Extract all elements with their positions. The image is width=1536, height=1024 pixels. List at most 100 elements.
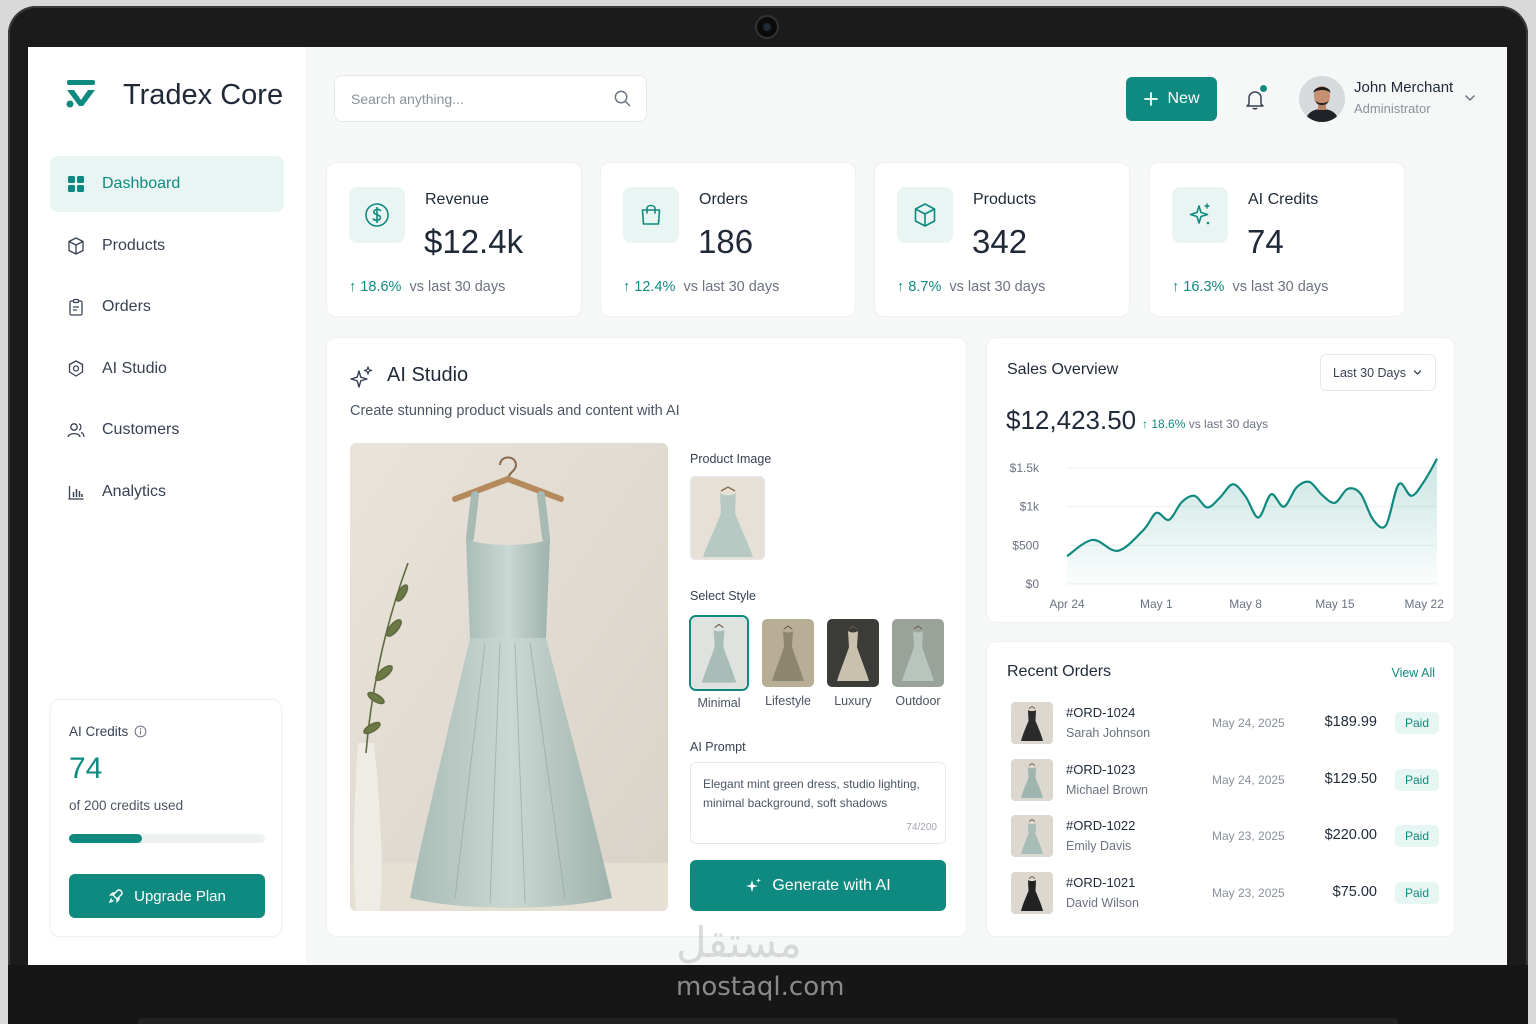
- product-image-thumbnail[interactable]: [690, 476, 765, 560]
- order-date: May 24, 2025: [1212, 716, 1285, 730]
- arrow-up-icon: ↑: [623, 279, 635, 295]
- x-tick-label: May 1: [1140, 597, 1173, 611]
- bar-chart-icon: [68, 485, 84, 500]
- new-button[interactable]: New: [1126, 77, 1217, 121]
- table-row[interactable]: #ORD-1023 Michael Brown May 24, 2025 $129.5…: [1011, 758, 1439, 803]
- rocket-icon: [108, 889, 123, 904]
- prompt-char-count: 74/200: [906, 822, 937, 833]
- style-thumbnail: [691, 617, 747, 689]
- ai-settings-icon: [68, 359, 84, 377]
- info-icon[interactable]: [134, 725, 147, 738]
- order-product-thumbnail: [1011, 815, 1053, 857]
- y-tick-label: $0: [1026, 577, 1040, 591]
- sidebar-item-products[interactable]: Products: [50, 218, 284, 274]
- dashboard-grid-icon: [68, 176, 84, 192]
- sales-delta: ↑ 18.6% vs last 30 days: [1142, 417, 1269, 431]
- table-row[interactable]: #ORD-1022 Emily Davis May 23, 2025 $220.00 P…: [1011, 815, 1439, 859]
- status-badge: Paid: [1395, 712, 1439, 734]
- sidebar: Tradex Core Dashboard Products Orders AI St…: [28, 47, 306, 965]
- dress-photo: [350, 443, 668, 911]
- generated-product-image[interactable]: [350, 443, 668, 911]
- stat-delta-suffix: vs last 30 days: [683, 279, 780, 295]
- sidebar-item-label: Dashboard: [102, 175, 181, 192]
- ai-prompt-textarea[interactable]: Elegant mint green dress, studio lightin…: [690, 762, 946, 844]
- table-row[interactable]: #ORD-1021 David Wilson May 23, 2025 $75.00 P…: [1011, 871, 1439, 916]
- style-option-label: Lifestyle: [765, 694, 811, 708]
- view-all-link[interactable]: View All: [1391, 666, 1435, 680]
- stat-delta: ↑ 18.6% vs last 30 days: [349, 279, 505, 295]
- order-product-thumbnail: [1011, 758, 1053, 801]
- sales-chart: $1.5k $1k $500 $0 Apr 24 May 1 May 8 May 15 May …: [1010, 458, 1445, 611]
- upgrade-plan-button[interactable]: Upgrade Plan: [69, 874, 265, 918]
- credits-card-title: AI Credits: [69, 724, 147, 739]
- stat-delta: ↑ 8.7% vs last 30 days: [897, 279, 1045, 295]
- stat-delta-suffix: vs last 30 days: [409, 279, 506, 295]
- dollar-icon: [365, 203, 389, 227]
- y-tick-label: $1k: [1020, 500, 1040, 514]
- sales-total: $12,423.50: [1006, 405, 1137, 435]
- stat-card-ai-credits[interactable]: AI Credits 74 ↑ 16.3% vs last 30 days: [1149, 162, 1405, 317]
- shopping-bag-icon: [641, 204, 661, 225]
- stat-icon-wrap: [623, 187, 679, 243]
- generate-with-ai-button[interactable]: Generate with AI: [690, 860, 946, 911]
- order-amount: $129.50: [1324, 770, 1377, 787]
- stat-delta-percent: 16.3%: [1183, 279, 1225, 295]
- sidebar-item-customers[interactable]: Customers: [50, 402, 284, 458]
- style-option-luxury[interactable]: Luxury: [824, 619, 882, 708]
- date-range-select[interactable]: Last 30 Days: [1320, 354, 1436, 391]
- stat-delta: ↑ 16.3% vs last 30 days: [1172, 279, 1328, 295]
- x-tick-label: May 15: [1315, 597, 1355, 611]
- order-id: #ORD-1021: [1066, 874, 1136, 890]
- style-preview-image: [691, 617, 747, 689]
- style-option-outdoor[interactable]: Outdoor: [889, 619, 947, 708]
- order-customer: Sarah Johnson: [1066, 726, 1151, 740]
- credits-card-title-text: AI Credits: [69, 724, 129, 739]
- watermark-logo: مستقل: [676, 918, 802, 967]
- table-row[interactable]: #ORD-1024 Sarah Johnson May 24, 2025 $189.9…: [1011, 702, 1439, 746]
- chevron-down-icon[interactable]: [1462, 90, 1478, 106]
- order-id: #ORD-1022: [1066, 818, 1136, 833]
- style-preview-image: [827, 619, 879, 687]
- order-product-image: [1011, 758, 1053, 801]
- status-badge: Paid: [1395, 881, 1439, 904]
- sales-overview-title: Sales Overview: [1007, 361, 1119, 378]
- sidebar-item-dashboard[interactable]: Dashboard: [50, 156, 284, 212]
- search-input[interactable]: [351, 76, 601, 121]
- stat-delta-suffix: vs last 30 days: [1232, 279, 1329, 295]
- sparkle-icon: [746, 878, 762, 892]
- style-option-label: Luxury: [834, 694, 872, 708]
- sidebar-item-orders[interactable]: Orders: [50, 279, 284, 335]
- sidebar-item-ai-studio[interactable]: AI Studio: [50, 341, 284, 397]
- order-product-thumbnail: [1011, 702, 1053, 744]
- x-tick-label: May 22: [1405, 597, 1445, 611]
- order-product-image: [1011, 815, 1053, 857]
- sidebar-item-label: Analytics: [102, 482, 167, 500]
- status-badge: Paid: [1395, 825, 1439, 847]
- ai-prompt-label: AI Prompt: [690, 740, 746, 754]
- order-customer: Michael Brown: [1066, 782, 1148, 797]
- y-tick-label: $500: [1012, 538, 1039, 552]
- stat-icon-wrap: [897, 187, 953, 243]
- stat-card-revenue[interactable]: Revenue $12.4k ↑ 18.6% vs last 30 days: [326, 162, 582, 317]
- sparkles-icon: [350, 366, 373, 388]
- sales-area: [1067, 458, 1437, 584]
- sidebar-item-analytics[interactable]: Analytics: [50, 464, 284, 520]
- style-option-lifestyle[interactable]: Lifestyle: [759, 619, 817, 708]
- users-icon: [67, 423, 85, 438]
- sidebar-item-label: Customers: [102, 421, 180, 438]
- avatar[interactable]: [1299, 76, 1345, 122]
- style-thumbnail: [762, 619, 814, 687]
- ai-studio-subtitle: Create stunning product visuals and cont…: [350, 403, 680, 419]
- app-logo[interactable]: Tradex Core: [64, 77, 283, 111]
- user-role: Administrator: [1354, 101, 1431, 116]
- style-option-minimal[interactable]: Minimal: [690, 617, 748, 710]
- stat-card-orders[interactable]: Orders 186 ↑ 12.4% vs last 30 days: [600, 162, 856, 317]
- order-amount: $220.00: [1324, 827, 1377, 843]
- search-icon[interactable]: [613, 89, 632, 108]
- stat-delta: ↑ 12.4% vs last 30 days: [623, 279, 779, 295]
- notification-badge: [1259, 84, 1268, 93]
- sidebar-item-label: Orders: [102, 298, 151, 315]
- credits-value: 74: [69, 752, 103, 785]
- stat-delta-percent: 8.7%: [908, 279, 942, 295]
- stat-card-products[interactable]: Products 342 ↑ 8.7% vs last 30 days: [874, 162, 1130, 317]
